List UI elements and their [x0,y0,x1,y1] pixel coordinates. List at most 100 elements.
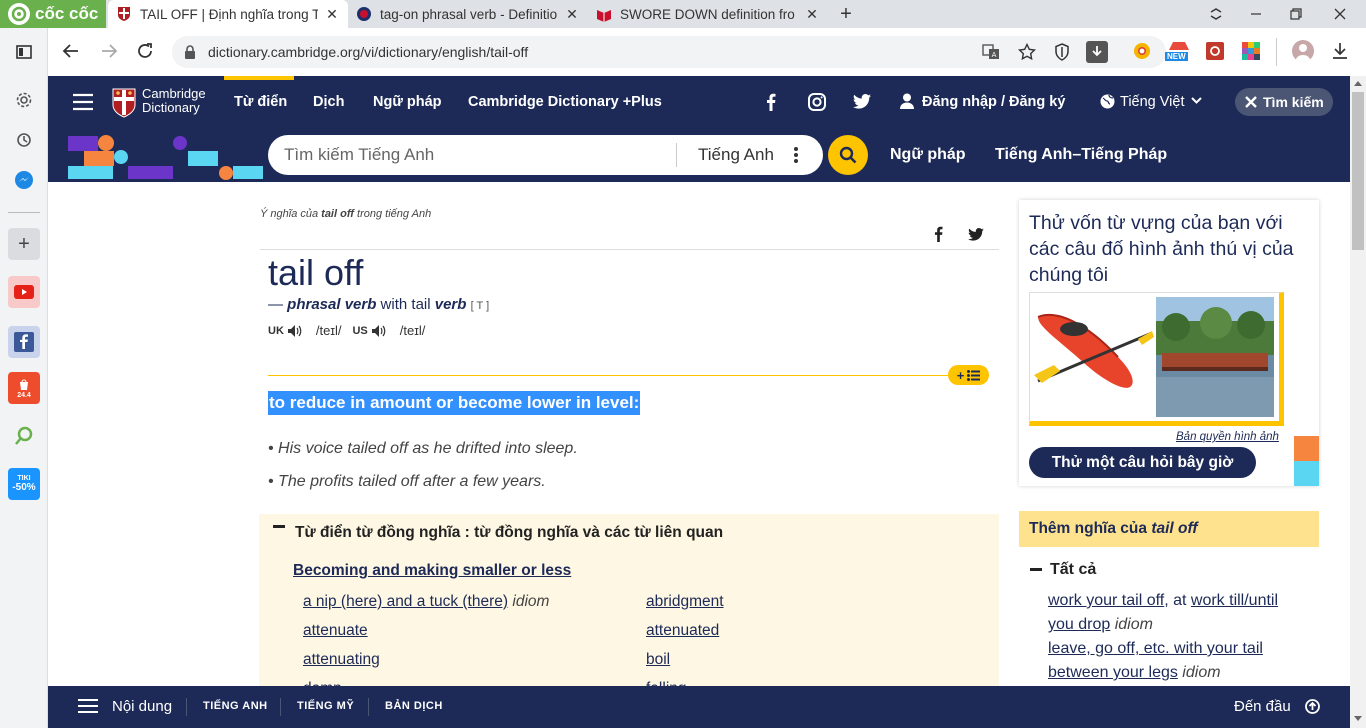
facebook-app-icon[interactable] [8,326,40,358]
thesaurus-item[interactable]: boil [646,651,670,669]
language-selector[interactable]: Tiếng Việt [1120,94,1185,110]
thesaurus-item[interactable]: attenuated [646,622,719,640]
instagram-icon[interactable] [808,93,826,111]
bookmark-star-icon[interactable] [1018,43,1036,61]
image-credit-link[interactable]: Bản quyền hình ảnh [1176,431,1279,443]
chrome-extension-icon[interactable] [1133,42,1151,60]
omnibox[interactable]: dictionary.cambridge.org/vi/dictionary/e… [172,36,1166,68]
history-icon[interactable] [8,124,40,156]
add-app-icon[interactable]: + [8,228,40,260]
color-grid-extension-icon[interactable] [1242,42,1260,60]
headword: tail off [268,252,364,293]
tab-swore-down[interactable]: SWORE DOWN definition fro ✕ [588,0,828,28]
thesaurus-subheading[interactable]: Becoming and making smaller or less [293,562,571,580]
nav-grammar[interactable]: Ngữ pháp [373,94,442,110]
meaning-link[interactable]: work your tail off [1048,592,1164,609]
quiz-image-frame[interactable] [1029,292,1284,426]
tab-tag-on[interactable]: tag-on phrasal verb - Definitio ✕ [348,0,588,28]
close-tab-icon[interactable]: ✕ [804,6,820,23]
thesaurus-item[interactable]: attenuating [303,651,380,669]
download-icon[interactable] [1086,41,1108,63]
meaning-link[interactable]: work till/until [1191,592,1278,609]
start-quiz-button[interactable]: Thử một câu hỏi bây giờ [1029,447,1256,478]
nav2-english-french[interactable]: Tiếng Anh–Tiếng Pháp [995,146,1167,164]
search-input[interactable] [284,145,664,165]
tab-search-icon[interactable] [1196,0,1236,28]
chevron-down-icon[interactable] [1191,97,1202,105]
bb-link-english[interactable]: TIẾNG ANH [203,700,268,712]
new-tab-button[interactable]: + [826,0,866,28]
tiki-icon[interactable]: TIKI -50% [8,468,40,500]
url-text[interactable]: dictionary.cambridge.org/vi/dictionary/e… [208,44,528,60]
nav-dictionary[interactable]: Từ điển [234,94,287,110]
twitter-icon[interactable] [853,94,871,109]
messenger-icon[interactable] [8,164,40,196]
red-extension-icon[interactable] [1206,42,1224,60]
collapse-minus-icon[interactable] [1030,568,1042,571]
collapse-minus-icon[interactable] [273,525,285,528]
login-link[interactable]: Đăng nhập / Đăng ký [922,94,1065,110]
sidebar-toggle-icon[interactable] [8,36,40,68]
scrollbar-thumb[interactable] [1352,92,1364,250]
close-tab-icon[interactable]: ✕ [324,6,340,23]
thesaurus-item[interactable]: a nip (here) and a tuck (there) idiom [303,593,549,611]
contents-menu-icon[interactable] [78,698,98,714]
scroll-down-icon [1354,716,1362,721]
bb-divider [368,698,369,716]
add-to-word-list-button[interactable]: + [948,365,989,385]
search-button[interactable] [828,135,868,175]
settings-gear-icon[interactable] [8,84,40,116]
new-extension-icon[interactable]: NEW [1165,40,1193,64]
uk-audio-icon[interactable] [287,324,302,337]
tab-tail-off[interactable]: TAIL OFF | Định nghĩa trong T ✕ [108,0,348,28]
minimize-button[interactable] [1236,0,1276,28]
nav2-grammar[interactable]: Ngữ pháp [890,146,966,164]
shield-icon[interactable] [1054,43,1070,61]
thesaurus-item[interactable]: attenuate [303,622,368,640]
meaning-link[interactable]: between your legs [1048,664,1178,681]
downloads-icon[interactable] [1332,42,1348,60]
menu-hamburger-icon[interactable] [72,93,94,111]
translate-icon[interactable]: A [982,43,1000,61]
forward-icon[interactable] [100,42,118,60]
barge-image [1156,297,1274,417]
cambridge-logo[interactable]: Cambridge Dictionary [112,87,208,118]
meaning-link[interactable]: you drop [1048,616,1110,633]
restore-button[interactable] [1276,0,1316,28]
close-window-button[interactable] [1320,0,1360,28]
more-options-icon[interactable] [794,147,798,163]
reload-icon[interactable] [136,42,154,60]
thesaurus-heading[interactable]: Từ điển từ đồng nghĩa : từ đồng nghĩa và… [295,524,723,542]
nav-plus[interactable]: Cambridge Dictionary +Plus [468,94,662,110]
lock-icon[interactable] [184,45,196,59]
page-content: Ý nghĩa của tail off trong tiếng Anh tai… [48,182,1350,686]
nav-translate[interactable]: Dịch [313,94,344,110]
user-icon[interactable] [900,93,914,109]
all-meanings-label[interactable]: Tất cả [1050,561,1096,579]
back-icon[interactable] [62,42,80,60]
arrow-up-circle-icon[interactable] [1305,699,1320,714]
profile-avatar[interactable] [1292,40,1314,62]
youtube-icon[interactable] [8,276,40,308]
contents-button[interactable]: Nội dung [112,698,172,715]
pos-verb: verb [434,296,467,313]
bb-divider [186,698,187,716]
globe-icon[interactable] [1100,94,1115,109]
coccoc-menu-button[interactable]: cốc cốc [0,0,106,28]
coccoc-leaf-icon[interactable] [8,420,40,452]
thesaurus-item[interactable]: abridgment [646,593,724,611]
tiki-badge: -50% [12,482,36,493]
us-audio-icon[interactable] [371,324,386,337]
search-toggle-button[interactable]: Tìm kiếm [1235,88,1333,116]
shopee-icon[interactable]: 24.4 [8,372,40,404]
search-language-select[interactable]: Tiếng Anh [698,145,774,165]
share-twitter-icon[interactable] [968,228,984,241]
meaning-link[interactable]: leave, go off, etc. with your tail [1048,640,1263,657]
bb-link-american[interactable]: TIẾNG MỸ [297,700,354,712]
facebook-icon[interactable] [766,93,776,111]
page-scrollbar[interactable] [1350,76,1366,728]
share-facebook-icon[interactable] [934,226,943,242]
bb-link-translation[interactable]: BẢN DỊCH [385,700,443,712]
close-tab-icon[interactable]: ✕ [564,6,580,23]
back-to-top-link[interactable]: Đến đầu [1234,698,1291,715]
